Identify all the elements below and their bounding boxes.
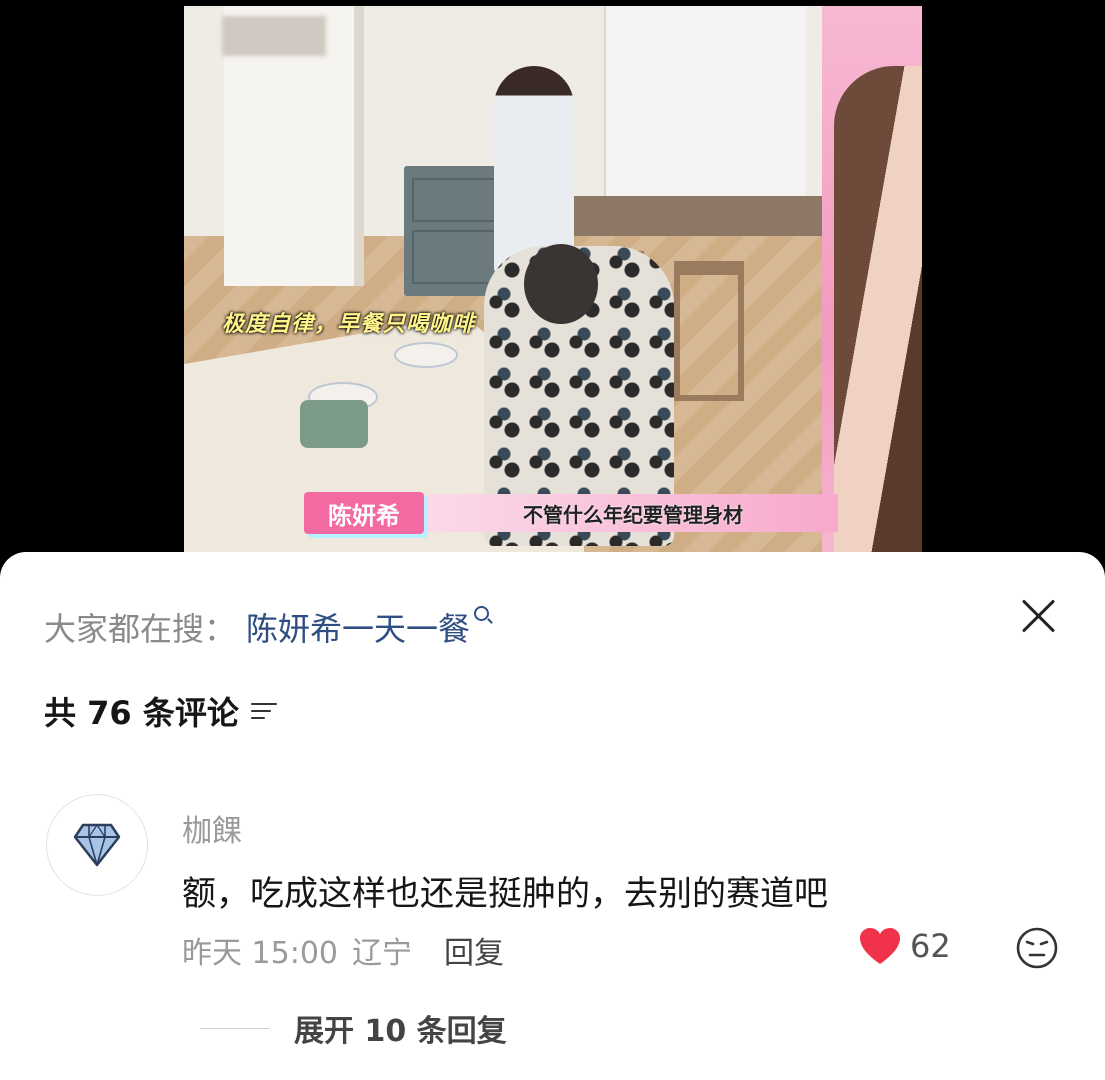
comment-text[interactable]: 额，吃成这样也还是挺肿的，去别的赛道吧 (182, 866, 828, 915)
video-subtitle: 不管什么年纪要管理身材 (428, 494, 838, 532)
like-count: 62 (910, 927, 951, 965)
expand-replies-label: 展开 10 条回复 (294, 1014, 507, 1049)
suggested-search[interactable]: 大家都在搜： 陈妍希一天一餐 (44, 604, 490, 650)
video-scene-stool (674, 261, 744, 401)
comment-location: 辽宁 (352, 936, 412, 971)
search-icon (474, 605, 490, 621)
comment-time: 昨天 15:00 (182, 936, 338, 971)
video-name-tag: 陈妍希 (304, 492, 424, 534)
expand-replies-button[interactable]: 展开 10 条回复 (200, 1006, 507, 1050)
diamond-icon (73, 823, 121, 867)
like-button[interactable]: 62 (858, 926, 951, 966)
expand-divider (200, 1027, 270, 1029)
video-scene-cabinet (404, 166, 504, 296)
comment-username[interactable]: 枷餜 (182, 806, 242, 850)
video-player[interactable]: 极度自律，早餐只喝咖啡 陈妍希 不管什么年纪要管理身材 (184, 6, 922, 554)
close-icon[interactable] (1017, 594, 1061, 638)
sort-icon[interactable] (250, 700, 279, 722)
video-side-portrait (834, 66, 922, 554)
suggested-search-term[interactable]: 陈妍希一天一餐 (246, 604, 470, 650)
video-scene-island (534, 196, 824, 236)
suggested-search-prefix: 大家都在搜： (44, 610, 237, 648)
avatar[interactable] (46, 794, 148, 896)
video-blurred-logo (222, 16, 326, 56)
comment-count-header: 共 76 条评论 (44, 688, 279, 734)
video-scene-head (524, 244, 598, 324)
video-scene-bag (300, 400, 368, 448)
comment-count: 共 76 条评论 (44, 694, 239, 732)
comment-sheet: 大家都在搜： 陈妍希一天一餐 共 76 条评论 枷餜 额，吃成这样也还是挺肿的，… (0, 552, 1105, 1080)
video-caption: 极度自律，早餐只喝咖啡 (222, 312, 476, 337)
comment-item: 枷餜 额，吃成这样也还是挺肿的，去别的赛道吧 昨天 15:00 辽宁 回复 62 (0, 792, 1105, 992)
comment-meta: 昨天 15:00 辽宁 回复 (182, 928, 504, 972)
video-scene-fridge (604, 6, 806, 216)
reply-button[interactable]: 回复 (444, 928, 504, 972)
emoji-face-icon[interactable] (1015, 926, 1059, 970)
video-scene-plate (394, 342, 458, 368)
heart-icon (860, 928, 900, 964)
